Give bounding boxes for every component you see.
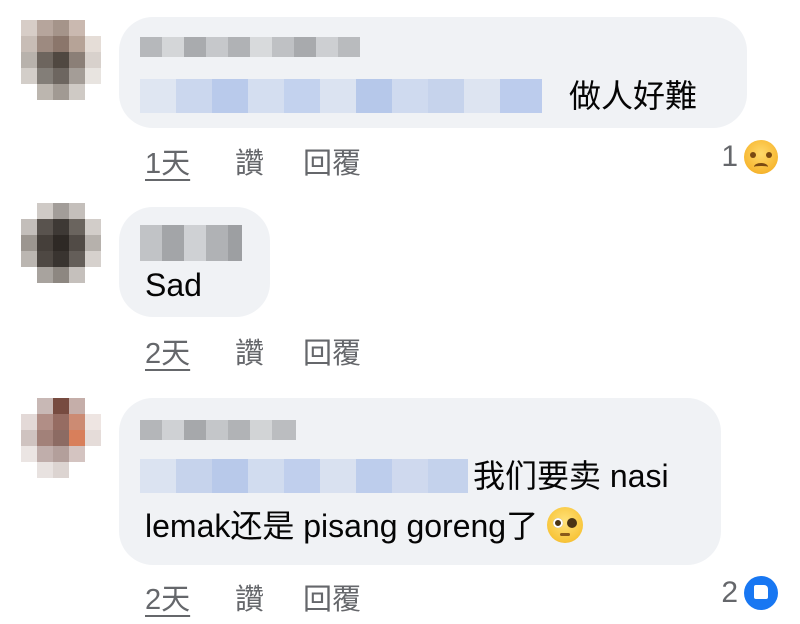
avatar[interactable] <box>21 398 101 478</box>
comment-text-line2-text: lemak还是 pisang goreng了 <box>145 508 539 544</box>
reaction-summary[interactable]: 2 <box>721 576 778 610</box>
comment-actions: 2天 讚 回覆 <box>145 576 545 616</box>
comment-bubble: Sad <box>119 207 270 317</box>
comment-actions: 1天 讚 回覆 <box>145 140 765 180</box>
comment-bubble: 做人好難 <box>119 17 747 128</box>
timestamp-link[interactable]: 1天 <box>145 140 190 182</box>
reaction-summary[interactable]: 1 <box>721 140 778 174</box>
timestamp-link[interactable]: 2天 <box>145 330 190 372</box>
blurred-name <box>140 420 296 440</box>
like-button[interactable]: 讚 <box>235 576 264 618</box>
comment-bubble: 我们要卖 nasi lemak还是 pisang goreng了 <box>119 398 721 565</box>
blurred-link <box>140 79 542 113</box>
blurred-link <box>140 459 468 493</box>
avatar[interactable] <box>21 20 101 100</box>
blurred-name <box>140 37 360 57</box>
avatar[interactable] <box>21 203 101 283</box>
reaction-count: 2 <box>721 576 738 609</box>
comment-actions: 2天 讚 回覆 <box>145 330 545 370</box>
sad-reaction-icon <box>744 140 778 174</box>
comment-text-line1: 我们要卖 nasi <box>473 458 669 494</box>
like-button[interactable]: 讚 <box>235 330 264 372</box>
reaction-count: 1 <box>721 140 738 173</box>
comment-text: Sad <box>145 267 202 303</box>
like-reaction-icon <box>744 576 778 610</box>
reply-button[interactable]: 回覆 <box>303 576 361 618</box>
pleading-face-icon <box>546 507 583 543</box>
reply-button[interactable]: 回覆 <box>303 140 361 182</box>
reply-button[interactable]: 回覆 <box>303 330 361 372</box>
comment-text-line2: lemak还是 pisang goreng了 <box>145 506 583 546</box>
like-button[interactable]: 讚 <box>235 140 264 182</box>
comment-text: 做人好難 <box>569 78 698 114</box>
blurred-name <box>140 225 242 261</box>
timestamp-link[interactable]: 2天 <box>145 576 190 618</box>
